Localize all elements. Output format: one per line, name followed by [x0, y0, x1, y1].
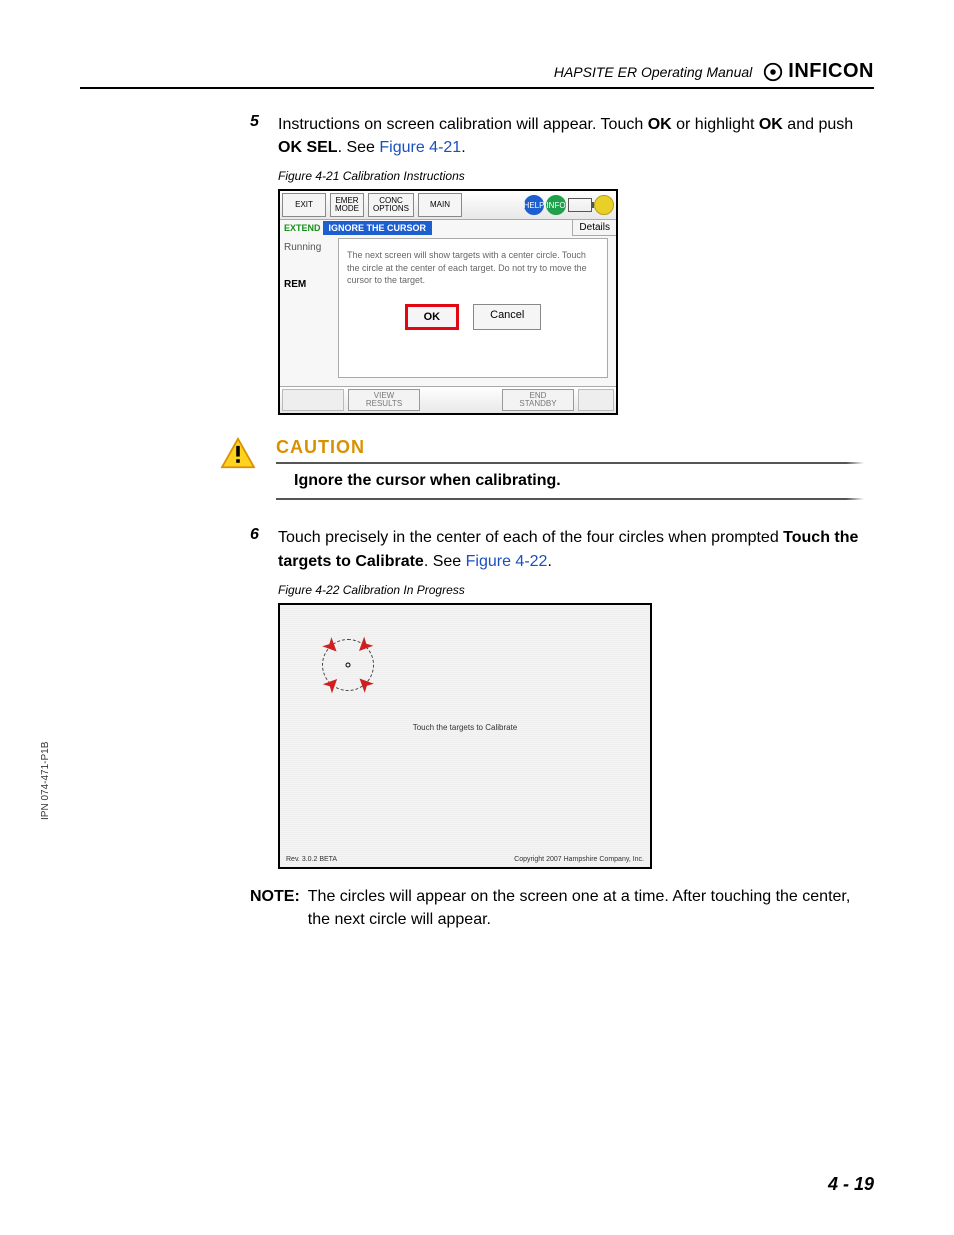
- header-title: HAPSITE ER Operating Manual: [554, 64, 752, 80]
- figure-4-21: EXIT EMERMODE CONCOPTIONS MAIN HELP INFO…: [278, 189, 618, 415]
- brand-name: INFICON: [788, 60, 874, 83]
- ipn-sidebar: IPN 074-471-P1B: [40, 742, 51, 820]
- step-5: 5 Instructions on screen calibration wil…: [250, 113, 864, 159]
- battery-icon: [568, 198, 592, 212]
- calibration-dialog: The next screen will show targets with a…: [338, 238, 608, 378]
- extend-label: EXTEND: [280, 221, 323, 235]
- bottom-slot: [282, 389, 344, 411]
- note-text: The circles will appear on the screen on…: [308, 885, 864, 931]
- help-icon[interactable]: HELP: [524, 195, 544, 215]
- info-icon[interactable]: INFO: [546, 195, 566, 215]
- page-header: HAPSITE ER Operating Manual INFICON: [80, 60, 874, 89]
- main-button[interactable]: MAIN: [418, 193, 462, 217]
- revision-label: Rev. 3.0.2 BETA: [286, 856, 337, 863]
- copyright-label: Copyright 2007 Hampshire Company, Inc.: [514, 856, 644, 863]
- step-6: 6 Touch precisely in the center of each …: [250, 526, 864, 572]
- page-number: 4 - 19: [828, 1174, 874, 1195]
- step-5-text: Instructions on screen calibration will …: [278, 113, 864, 159]
- end-standby-button[interactable]: ENDSTANDBY: [502, 389, 574, 411]
- running-label: Running: [284, 242, 334, 253]
- cancel-button[interactable]: Cancel: [473, 304, 541, 330]
- step-number: 5: [250, 113, 264, 159]
- emer-mode-button[interactable]: EMERMODE: [330, 193, 364, 217]
- dialog-title: IGNORE THE CURSOR: [323, 221, 433, 235]
- figure-4-22-link[interactable]: Figure 4-22: [466, 553, 548, 570]
- caution-icon: [220, 437, 256, 469]
- calibration-target[interactable]: ➤ ➤ ➤ ➤: [316, 633, 380, 697]
- figure-4-21-caption: Figure 4-21 Calibration Instructions: [278, 169, 864, 183]
- caution-title: CAUTION: [276, 437, 864, 458]
- dialog-message: The next screen will show targets with a…: [347, 249, 599, 285]
- caution-text: Ignore the cursor when calibrating.: [294, 472, 864, 490]
- step-6-text: Touch precisely in the center of each of…: [278, 526, 864, 572]
- figure-4-22: ➤ ➤ ➤ ➤ Touch the targets to Calibrate R…: [278, 603, 652, 869]
- bottom-slot: [578, 389, 614, 411]
- note: NOTE: The circles will appear on the scr…: [250, 885, 864, 931]
- calibration-prompt: Touch the targets to Calibrate: [280, 723, 650, 732]
- rem-label: REM: [284, 279, 334, 290]
- conc-options-button[interactable]: CONCOPTIONS: [368, 193, 414, 217]
- view-results-button[interactable]: VIEWRESULTS: [348, 389, 420, 411]
- exit-button[interactable]: EXIT: [282, 193, 326, 217]
- note-label: NOTE:: [250, 885, 300, 931]
- fig21-toolbar: EXIT EMERMODE CONCOPTIONS MAIN HELP INFO: [280, 191, 616, 220]
- step-number: 6: [250, 526, 264, 572]
- figure-4-22-caption: Figure 4-22 Calibration In Progress: [278, 583, 864, 597]
- brand-logo: INFICON: [762, 60, 874, 83]
- details-button[interactable]: Details: [572, 220, 616, 236]
- caution-block: CAUTION Ignore the cursor when calibrati…: [220, 437, 864, 508]
- ok-button[interactable]: OK: [405, 304, 460, 330]
- figure-4-21-link[interactable]: Figure 4-21: [379, 139, 461, 156]
- status-icon: [594, 195, 614, 215]
